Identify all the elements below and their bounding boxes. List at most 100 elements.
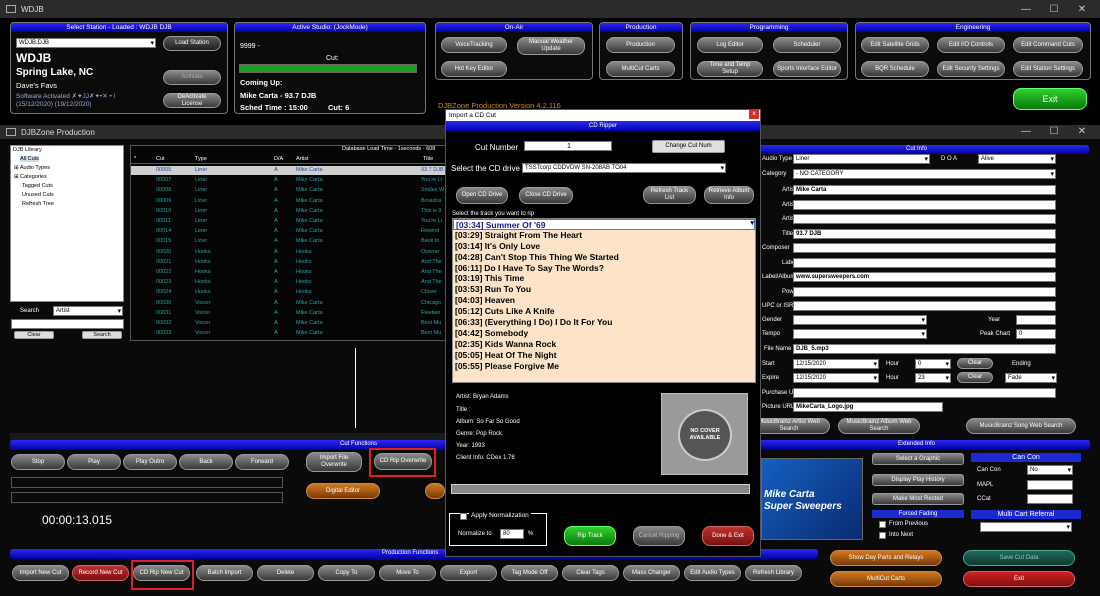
- tempo-select[interactable]: [793, 329, 927, 339]
- edit-command-cuts-button[interactable]: Edit Command Cuts: [1013, 37, 1083, 53]
- import-file-overwrite-button[interactable]: Import File Overwrite: [306, 452, 362, 472]
- table-row[interactable]: 00020 Hooks A Hooks Opener: [131, 248, 446, 257]
- copy-to-button[interactable]: Copy To: [318, 565, 375, 581]
- from-previous-checkbox[interactable]: [879, 521, 886, 528]
- track-item[interactable]: [05:12] Cuts Like A Knife: [453, 306, 755, 317]
- expire-hour-select[interactable]: 23: [915, 373, 951, 383]
- category-select[interactable]: - NO CATEGORY: [793, 169, 1056, 179]
- load-station-button[interactable]: Load Station: [163, 36, 221, 51]
- tag-mode-off-button[interactable]: Tag Mode Off: [501, 565, 558, 581]
- multicut-carts-bottom-button[interactable]: MultiCut Carts: [830, 571, 942, 587]
- ending-select[interactable]: Fade: [1005, 373, 1057, 383]
- artist2-input[interactable]: [793, 200, 1056, 210]
- purchase-url-input[interactable]: [793, 388, 1056, 398]
- track-item[interactable]: [06:11] Do I Have To Say The Words?: [453, 263, 755, 274]
- clear-search-button[interactable]: Clear: [14, 331, 54, 339]
- activate-button[interactable]: Activate: [163, 70, 221, 85]
- done-exit-button[interactable]: Done & Exit: [702, 526, 754, 546]
- col-title[interactable]: Title: [423, 156, 433, 162]
- stop-button[interactable]: Stop: [11, 454, 65, 470]
- exit-production-button[interactable]: Exit: [963, 571, 1075, 587]
- expire-date-select[interactable]: 12/15/2020: [793, 373, 879, 383]
- mapl-input[interactable]: [1027, 480, 1073, 490]
- ccat-input[interactable]: [1027, 494, 1073, 504]
- bqr-schedule-button[interactable]: BQR Schedule: [861, 61, 929, 77]
- table-row[interactable]: 00032 Voicer A Mike Carta Best Mu: [131, 319, 446, 328]
- refresh-track-list-button[interactable]: Refresh Track List: [643, 186, 696, 204]
- expire-clear-button[interactable]: Clear: [957, 372, 993, 383]
- exit-button[interactable]: Exit: [1013, 88, 1087, 110]
- table-row[interactable]: 00014 Liner A Mike Carta Rewind: [131, 227, 446, 236]
- time-temp-setup-button[interactable]: Time and Temp Setup: [697, 61, 763, 77]
- track-item[interactable]: [04:28] Can't Stop This Thing We Started: [453, 252, 755, 263]
- tree-categories[interactable]: ⊞ Categories: [14, 174, 47, 180]
- composer-input[interactable]: [793, 243, 1056, 253]
- search-field-select[interactable]: Artist: [53, 306, 123, 316]
- orange-button-partial[interactable]: [425, 483, 445, 499]
- forward-button[interactable]: Forward: [235, 454, 289, 470]
- edit-satellite-grids-button[interactable]: Edit Satellite Grids: [861, 37, 929, 53]
- table-row[interactable]: 00010 Liner A Mike Carta This is 9: [131, 207, 446, 216]
- rip-track-button[interactable]: Rip Track: [564, 526, 616, 546]
- col-da[interactable]: D/A: [274, 156, 283, 162]
- table-row[interactable]: 00011 Liner A Mike Carta You're Li: [131, 217, 446, 226]
- edit-station-settings-button[interactable]: Edit Station Settings: [1013, 61, 1083, 77]
- table-row[interactable]: 00022 Hooks A Hooks And The: [131, 268, 446, 277]
- record-new-cut-button[interactable]: Record New Cut: [72, 565, 129, 581]
- track-item[interactable]: [03:53] Run To You: [453, 284, 755, 295]
- track-item[interactable]: [04:03] Heaven: [453, 295, 755, 306]
- station-select[interactable]: WDJB.DJB: [16, 38, 156, 48]
- track-item[interactable]: [05:05] Heat Of The Night: [453, 350, 755, 361]
- tree-audio-types[interactable]: ⊞ Audio Types: [14, 165, 50, 171]
- digital-editor-button[interactable]: Digital Editor: [306, 483, 380, 499]
- log-editor-button[interactable]: Log Editor: [697, 37, 763, 53]
- table-row[interactable]: 00031 Voicer A Mike Carta Fleetwo: [131, 309, 446, 318]
- can-con-select[interactable]: No: [1027, 465, 1073, 475]
- track-item[interactable]: [05:55] Please Forgive Me: [453, 361, 755, 372]
- track-item[interactable]: [03:29] Straight From The Heart: [453, 230, 755, 241]
- table-row[interactable]: 00015 Liner A Mike Carta Back to: [131, 237, 446, 246]
- voicetracking-button[interactable]: VoiceTracking: [441, 37, 507, 53]
- deactivate-license-button[interactable]: DeActivate License: [163, 93, 221, 108]
- multi-cart-select[interactable]: [980, 522, 1072, 532]
- import-new-cut-button[interactable]: Import New Cut: [12, 565, 69, 581]
- into-next-checkbox[interactable]: [879, 532, 886, 539]
- minimize-icon[interactable]: —: [1012, 4, 1040, 15]
- production-button[interactable]: Production: [606, 37, 675, 53]
- title-input[interactable]: 93.7 DJB: [793, 229, 1056, 239]
- save-cut-data-button[interactable]: Save Cut Data: [963, 550, 1075, 566]
- start-date-select[interactable]: 12/15/2020: [793, 359, 879, 369]
- track-list[interactable]: [03:34] Summer Of '69[03:29] Straight Fr…: [452, 218, 756, 383]
- tree-tagged-cuts[interactable]: Tagged Cuts: [22, 183, 53, 189]
- play-outro-button[interactable]: Play Outro: [123, 454, 177, 470]
- production-maximize-icon[interactable]: ☐: [1040, 126, 1068, 137]
- manual-weather-button[interactable]: Manual Weather Update: [517, 37, 585, 55]
- select-graphic-button[interactable]: Select a Graphic: [872, 453, 964, 465]
- search-button[interactable]: Search: [82, 331, 122, 339]
- musicbrainz-album-button[interactable]: MusicBrainz Album Web Search: [838, 418, 920, 434]
- tree-all-cuts[interactable]: All Cuts: [20, 156, 39, 162]
- table-row[interactable]: 00007 Liner A Mike Carta You're Li: [131, 176, 446, 185]
- track-item[interactable]: [03:34] Summer Of '69: [453, 219, 755, 230]
- production-close-icon[interactable]: ✕: [1068, 126, 1096, 137]
- edit-security-settings-button[interactable]: Edit Security Settings: [937, 61, 1005, 77]
- artist-input[interactable]: Mike Carta: [793, 185, 1056, 195]
- back-button[interactable]: Back: [179, 454, 233, 470]
- edit-audio-types-button[interactable]: Edit Audio Types: [684, 565, 741, 581]
- cut-number-input[interactable]: 1: [524, 141, 612, 151]
- close-icon[interactable]: ✕: [1068, 4, 1096, 15]
- file-name-input[interactable]: DJB_5.mp3: [793, 344, 1056, 354]
- move-to-button[interactable]: Move To: [379, 565, 436, 581]
- audio-type-select[interactable]: Liner: [793, 154, 930, 164]
- year-input[interactable]: [1016, 315, 1056, 325]
- open-cd-drive-button[interactable]: Open CD Drive: [456, 187, 508, 204]
- mass-changer-button[interactable]: Mass Changer: [623, 565, 680, 581]
- play-history-button[interactable]: Display Play History: [872, 474, 964, 486]
- export-button[interactable]: Export: [440, 565, 497, 581]
- refresh-library-button[interactable]: Refresh Library: [745, 565, 802, 581]
- track-item[interactable]: [04:42] Somebody: [453, 328, 755, 339]
- clear-tags-button[interactable]: Clear Tags: [562, 565, 619, 581]
- peak-chart-input[interactable]: 0: [1016, 329, 1056, 339]
- cd-drive-select[interactable]: TSSTcorp CDDVDW SN-208AB TO04: [522, 163, 726, 173]
- tree-unused-cuts[interactable]: Unused Cuts: [22, 192, 54, 198]
